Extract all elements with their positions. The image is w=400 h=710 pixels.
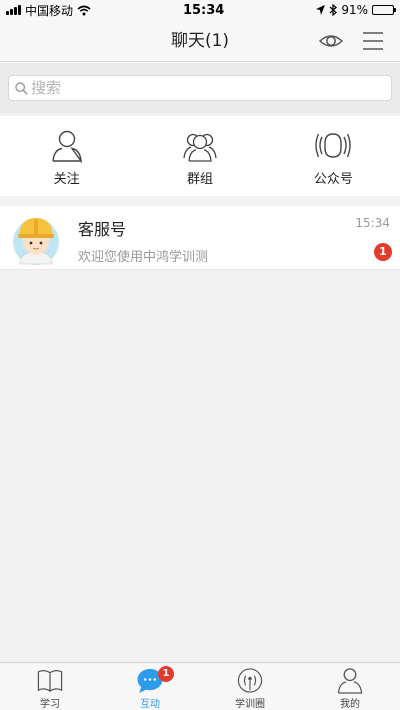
chat-list-item[interactable]: 客服号 欢迎您使用中鸿学训测 15:34 1 xyxy=(0,206,400,270)
quick-action-label: 关注 xyxy=(53,172,80,187)
unread-badge: 1 xyxy=(374,243,392,261)
chat-time: 15:34 xyxy=(355,216,390,230)
book-icon xyxy=(37,669,63,692)
search-box[interactable] xyxy=(8,75,392,101)
group-icon xyxy=(183,133,217,162)
quick-action-groups[interactable]: 群组 xyxy=(133,116,266,196)
tab-interaction[interactable]: 互动 1 xyxy=(100,663,200,710)
tab-study[interactable]: 学习 xyxy=(0,663,100,710)
status-left: 中国移动 xyxy=(6,2,91,19)
signal-icon xyxy=(6,5,21,15)
user-icon xyxy=(337,668,363,694)
worker-helmet-avatar xyxy=(13,218,59,265)
chat-last-message: 欢迎您使用中鸿学训测 xyxy=(78,250,209,265)
carrier-label: 中国移动 xyxy=(25,3,74,18)
tab-badge: 1 xyxy=(158,666,174,682)
status-bar: 中国移动 15:34 91% xyxy=(0,0,400,20)
quick-action-label: 群组 xyxy=(186,172,213,187)
bluetooth-icon xyxy=(329,4,338,16)
tab-label: 互动 xyxy=(140,699,160,710)
status-right: 91% xyxy=(316,3,396,17)
person-icon xyxy=(51,130,82,164)
quick-action-follow[interactable]: 关注 xyxy=(0,116,133,196)
chat-name: 客服号 xyxy=(78,220,127,239)
battery-percent: 91% xyxy=(341,3,368,17)
search-input[interactable] xyxy=(28,79,391,97)
tab-label: 学习 xyxy=(40,699,60,710)
clock: 15:34 xyxy=(182,2,225,18)
tab-bar: 学习 互动 1 学训圈 我的 xyxy=(0,662,400,710)
broadcast-icon xyxy=(315,133,352,158)
menu-icon[interactable] xyxy=(360,29,386,53)
location-arrow-icon xyxy=(316,5,326,15)
quick-actions: 关注 群组 公众号 xyxy=(0,116,400,196)
search-area xyxy=(0,63,400,113)
wifi-icon xyxy=(77,5,91,15)
tab-label: 学训圈 xyxy=(235,699,265,710)
battery-icon xyxy=(371,5,396,15)
tab-circle[interactable]: 学训圈 xyxy=(200,663,300,710)
eye-icon[interactable] xyxy=(318,29,344,53)
tab-me[interactable]: 我的 xyxy=(300,663,400,710)
tab-label: 我的 xyxy=(340,699,360,710)
quick-action-official-accounts[interactable]: 公众号 xyxy=(267,116,400,196)
signal-tower-icon xyxy=(237,668,263,693)
quick-action-label: 公众号 xyxy=(313,172,353,187)
search-icon xyxy=(15,81,28,95)
navigation-bar: 聊天(1) xyxy=(0,20,400,62)
